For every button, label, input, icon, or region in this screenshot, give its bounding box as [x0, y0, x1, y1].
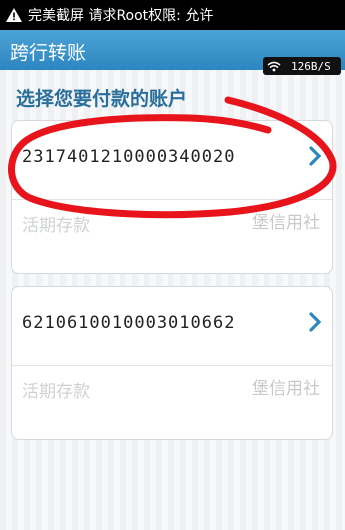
card-divider: [12, 365, 332, 366]
account-type: 活期存款: [22, 382, 90, 402]
page-title: 跨行转账: [10, 42, 87, 64]
section-title: 选择您要付款的账户: [16, 88, 188, 110]
card-divider: [12, 199, 332, 200]
account-bank: 堡信用社: [210, 211, 320, 235]
account-number: 6210610010003010662: [22, 313, 236, 333]
status-bar: 完美截屏 请求Root权限: 允许: [0, 0, 345, 30]
status-text: 完美截屏 请求Root权限: 允许: [28, 8, 214, 24]
account-bank-line: 堡信用社: [252, 379, 320, 399]
wifi-icon: [263, 61, 285, 72]
chevron-right-icon: [309, 146, 322, 166]
network-speed: 126B/S: [291, 59, 331, 73]
warning-icon: [0, 7, 28, 23]
account-bank-line: 堡信用社: [252, 213, 320, 233]
account-number: 2317401210000340020: [22, 147, 236, 167]
chevron-right-icon: [309, 312, 322, 332]
network-speed-widget: 126B/S: [263, 57, 341, 75]
account-card[interactable]: 6210610010003010662 活期存款 堡信用社: [11, 286, 333, 440]
account-type: 活期存款: [22, 216, 90, 236]
account-bank: 堡信用社: [210, 377, 320, 401]
account-card[interactable]: 2317401210000340020 活期存款 堡信用社: [11, 120, 333, 274]
